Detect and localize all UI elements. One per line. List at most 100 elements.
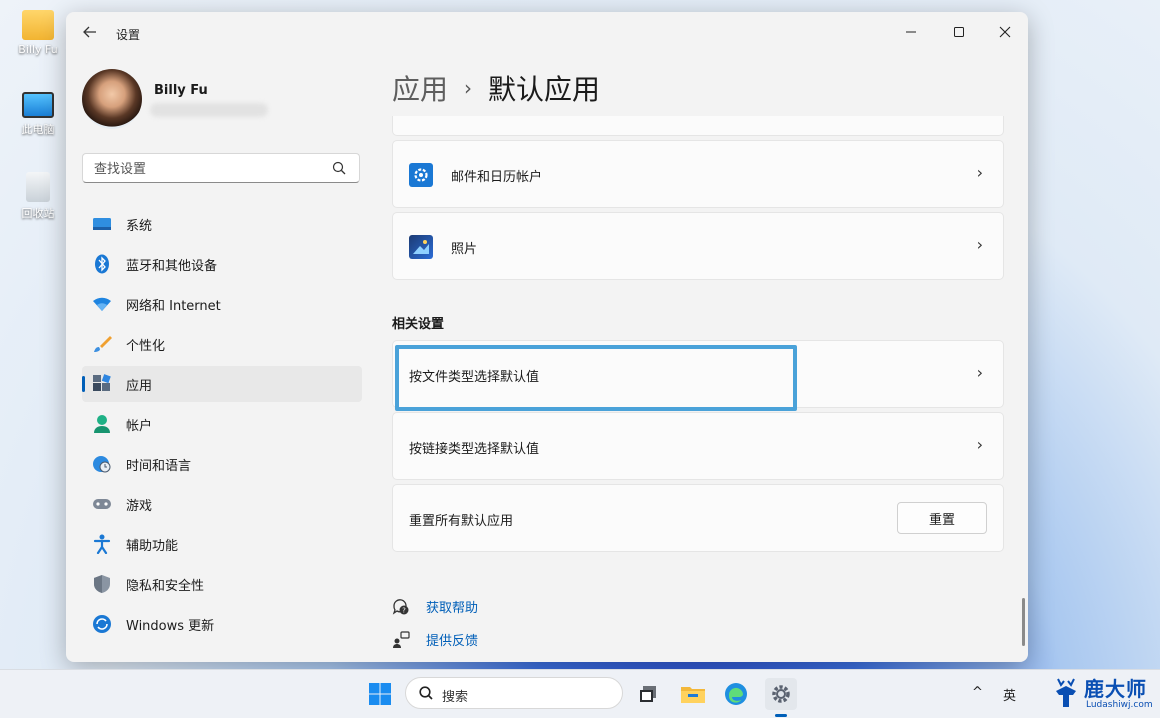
sidebar-item-network[interactable]: 网络和 Internet xyxy=(82,286,362,322)
sidebar-item-label: 系统 xyxy=(126,218,153,234)
folder-icon xyxy=(22,10,54,40)
section-title-related: 相关设置 xyxy=(392,317,445,332)
tray-overflow-caret[interactable]: ^ xyxy=(972,685,983,700)
sidebar-item-accounts[interactable]: 帐户 xyxy=(82,406,362,442)
breadcrumb: 应用 › 默认应用 xyxy=(392,68,600,108)
deer-logo-icon xyxy=(1056,678,1076,707)
sidebar-item-label: 个性化 xyxy=(126,338,166,354)
task-view-button[interactable] xyxy=(632,678,664,710)
photos-icon xyxy=(409,235,433,259)
search-input[interactable] xyxy=(92,159,326,179)
taskbar-search[interactable]: 搜索 xyxy=(405,677,623,709)
person-icon xyxy=(92,414,112,434)
desktop-icon-label: 此电脑 xyxy=(21,123,55,136)
sidebar-item-gaming[interactable]: 游戏 xyxy=(82,486,362,522)
default-app-label: 照片 xyxy=(451,242,478,257)
file-explorer-icon xyxy=(681,687,705,703)
sidebar-item-label: 蓝牙和其他设备 xyxy=(126,258,218,274)
chevron-right-icon: › xyxy=(976,363,983,382)
breadcrumb-separator: › xyxy=(464,76,473,100)
minimize-icon xyxy=(906,31,916,33)
sidebar-item-apps[interactable]: 应用 xyxy=(82,366,362,402)
search-icon xyxy=(419,686,433,700)
sidebar-item-accessibility[interactable]: 辅助功能 xyxy=(82,526,362,562)
wifi-icon xyxy=(92,294,112,314)
chevron-right-icon: › xyxy=(976,435,983,454)
edge-icon xyxy=(725,683,747,705)
taskbar-search-label: 搜索 xyxy=(442,690,469,705)
maximize-button[interactable] xyxy=(936,18,982,48)
user-email-blurred xyxy=(150,103,268,117)
arrow-left-icon xyxy=(83,26,96,38)
get-help-link[interactable]: ? 获取帮助 xyxy=(392,597,478,616)
display-icon xyxy=(92,214,112,234)
file-explorer-button[interactable] xyxy=(677,678,709,710)
maximize-icon xyxy=(954,27,964,37)
desktop-icon-this-pc[interactable]: 此电脑 xyxy=(12,92,64,137)
related-setting-label: 按链接类型选择默认值 xyxy=(409,442,540,457)
update-icon xyxy=(92,614,112,634)
give-feedback-label[interactable]: 提供反馈 xyxy=(426,630,478,649)
default-app-photos[interactable]: 照片 › xyxy=(392,212,1004,280)
edge-browser-button[interactable] xyxy=(720,678,752,710)
settings-taskbar-button[interactable] xyxy=(765,678,797,710)
sidebar-item-bluetooth[interactable]: 蓝牙和其他设备 xyxy=(82,246,362,282)
chevron-right-icon: › xyxy=(976,163,983,182)
apps-icon xyxy=(92,374,112,394)
sidebar-item-label: 帐户 xyxy=(126,418,153,434)
shield-icon xyxy=(92,574,112,594)
sidebar-item-personalization[interactable]: 个性化 xyxy=(82,326,362,362)
sidebar-item-label: 辅助功能 xyxy=(126,538,179,554)
title-bar: 设置 xyxy=(66,12,1028,56)
close-icon xyxy=(999,26,1011,38)
sidebar-item-windows-update[interactable]: Windows 更新 xyxy=(82,606,362,642)
sidebar-item-system[interactable]: 系统 xyxy=(82,206,362,242)
sidebar-item-label: 应用 xyxy=(126,378,153,394)
sidebar-item-label: 时间和语言 xyxy=(126,458,192,474)
get-help-label[interactable]: 获取帮助 xyxy=(426,597,478,616)
breadcrumb-parent[interactable]: 应用 xyxy=(392,73,448,106)
choose-default-by-file-type[interactable]: 按文件类型选择默认值 › xyxy=(392,340,1004,408)
search-icon[interactable] xyxy=(331,160,347,176)
back-button[interactable] xyxy=(80,24,100,44)
help-chat-icon: ? xyxy=(392,598,409,615)
give-feedback-link[interactable]: 提供反馈 xyxy=(392,630,478,649)
watermark-logo: 鹿大师 Ludashiwj.com xyxy=(1050,673,1156,715)
reset-button[interactable]: 重置 xyxy=(897,502,987,534)
minimize-button[interactable] xyxy=(888,18,934,48)
windows-logo-icon xyxy=(369,683,391,705)
start-button[interactable] xyxy=(364,678,396,710)
bluetooth-icon xyxy=(92,254,112,274)
list-item-partial[interactable] xyxy=(392,116,1004,136)
sidebar-item-label: 网络和 Internet xyxy=(126,298,221,314)
sidebar-item-label: Windows 更新 xyxy=(126,618,215,634)
user-name: Billy Fu xyxy=(154,83,208,98)
desktop-icon-label: Billy Fu xyxy=(18,43,58,56)
taskbar: 搜索 ^ 英 xyxy=(0,669,1160,718)
default-app-label: 邮件和日历帐户 xyxy=(451,170,543,185)
sidebar-item-time-language[interactable]: 时间和语言 xyxy=(82,446,362,482)
choose-default-by-link-type[interactable]: 按链接类型选择默认值 › xyxy=(392,412,1004,480)
svg-text:?: ? xyxy=(402,606,406,614)
sidebar-nav: 系统 蓝牙和其他设备 网络和 Internet 个性化 应用 帐户 时间和语言 xyxy=(82,206,362,646)
input-method-indicator[interactable]: 英 xyxy=(1003,685,1016,704)
reset-default-apps-label: 重置所有默认应用 xyxy=(409,514,514,529)
sidebar-item-privacy[interactable]: 隐私和安全性 xyxy=(82,566,362,602)
window-title: 设置 xyxy=(116,28,141,42)
sidebar-item-label: 隐私和安全性 xyxy=(126,578,205,594)
accessibility-icon xyxy=(92,534,112,554)
computer-icon xyxy=(22,92,54,118)
watermark-subtitle: Ludashiwj.com xyxy=(1086,700,1153,710)
related-setting-label: 按文件类型选择默认值 xyxy=(409,370,540,385)
gamepad-icon xyxy=(92,494,112,514)
desktop-icon-recycle-bin[interactable]: 回收站 xyxy=(12,172,64,221)
close-button[interactable] xyxy=(982,18,1028,48)
settings-search-box[interactable] xyxy=(82,153,360,183)
chevron-right-icon: › xyxy=(976,235,983,254)
avatar[interactable] xyxy=(82,69,142,129)
desktop-icon-label: 回收站 xyxy=(21,207,55,220)
brush-icon xyxy=(92,334,112,354)
desktop-icon-user-folder[interactable]: Billy Fu xyxy=(12,10,64,56)
scrollbar[interactable] xyxy=(1022,598,1025,646)
default-app-mail-calendar[interactable]: 邮件和日历帐户 › xyxy=(392,140,1004,208)
